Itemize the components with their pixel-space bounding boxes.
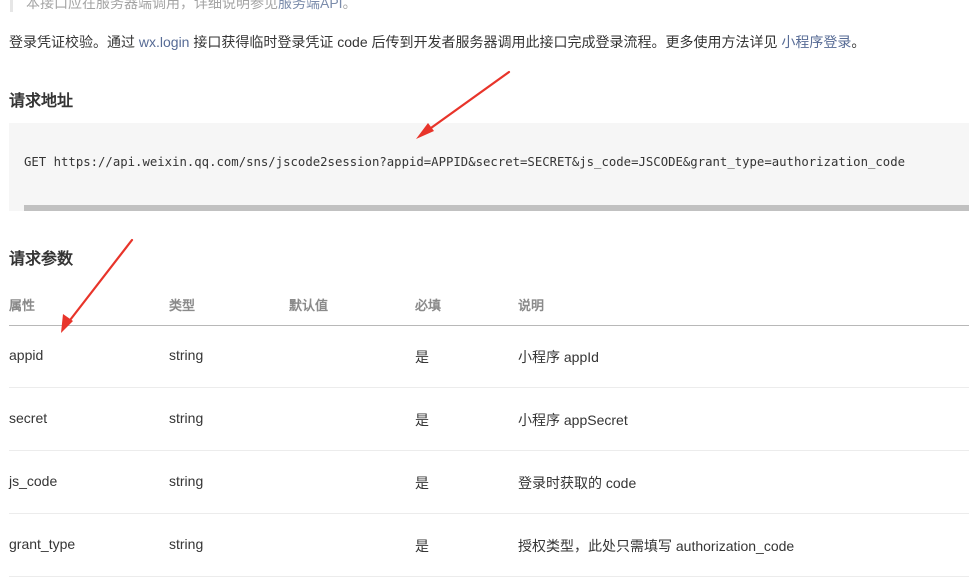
notice-label: 本接口应在服务器端调用，详细说明参见 <box>26 0 278 11</box>
param-type: string <box>169 536 204 552</box>
column-header-attr: 属性 <box>9 298 36 313</box>
column-header-default: 默认值 <box>289 298 329 313</box>
wx-login-link[interactable]: wx.login <box>139 34 190 50</box>
param-desc: 授权类型，此处只需填写 authorization_code <box>518 538 795 554</box>
column-header-type: 类型 <box>169 298 196 313</box>
miniprogram-login-link[interactable]: 小程序登录 <box>781 34 851 50</box>
param-type: string <box>169 410 204 426</box>
table-row: secret string 是 小程序 appSecret <box>9 388 969 451</box>
intro-text-3: 。 <box>851 34 866 50</box>
notice-text: 本接口应在服务器端调用，详细说明参见服务端API。 <box>26 0 357 12</box>
param-name: js_code <box>9 473 58 489</box>
param-name: secret <box>9 410 48 426</box>
param-required: 是 <box>415 538 429 554</box>
intro-paragraph: 登录凭证校验。通过 wx.login 接口获得临时登录凭证 code 后传到开发… <box>9 32 865 52</box>
param-required: 是 <box>415 412 429 428</box>
notice-tail: 。 <box>342 0 357 11</box>
request-url-code: GET https://api.weixin.qq.com/sns/jscode… <box>24 155 905 169</box>
param-type: string <box>169 473 204 489</box>
table-row: js_code string 是 登录时获取的 code <box>9 451 969 514</box>
param-required: 是 <box>415 349 429 365</box>
intro-text-1: 登录凭证校验。通过 <box>9 34 139 50</box>
code-block: GET https://api.weixin.qq.com/sns/jscode… <box>9 123 969 211</box>
param-required: 是 <box>415 475 429 491</box>
param-desc: 小程序 appId <box>518 349 599 365</box>
intro-text-2: 接口获得临时登录凭证 code 后传到开发者服务器调用此接口完成登录流程。更多使… <box>189 34 782 50</box>
param-name: grant_type <box>9 536 76 552</box>
server-api-link[interactable]: 服务端API <box>278 0 343 11</box>
param-type: string <box>169 347 204 363</box>
table-row: grant_type string 是 授权类型，此处只需填写 authoriz… <box>9 514 969 577</box>
notice-blockquote: 本接口应在服务器端调用，详细说明参见服务端API。 <box>10 0 583 12</box>
param-desc: 登录时获取的 code <box>518 475 637 491</box>
code-horizontal-scrollbar[interactable] <box>24 205 969 211</box>
column-header-required: 必填 <box>415 298 442 313</box>
table-row: appid string 是 小程序 appId <box>9 325 969 388</box>
request-url-heading: 请求地址 <box>9 93 74 110</box>
param-name: appid <box>9 347 44 363</box>
params-table-header: 属性 类型 默认值 必填 说明 <box>9 294 969 326</box>
request-params-heading: 请求参数 <box>9 251 74 268</box>
param-desc: 小程序 appSecret <box>518 412 628 428</box>
column-header-desc: 说明 <box>518 298 545 313</box>
